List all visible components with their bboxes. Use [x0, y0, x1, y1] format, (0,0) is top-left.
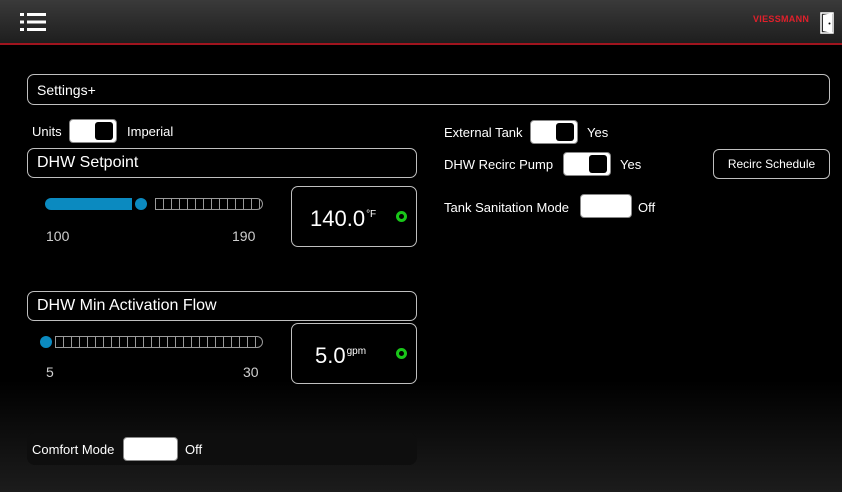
dhw-min-flow-slider[interactable]: [40, 335, 263, 349]
tank-sanitation-label: Tank Sanitation Mode: [444, 200, 570, 215]
status-indicator-icon: [396, 348, 407, 359]
recirc-schedule-button[interactable]: Recirc Schedule: [713, 149, 830, 179]
comfort-mode-label: Comfort Mode: [32, 442, 115, 457]
slider-thumb[interactable]: [40, 336, 52, 348]
page-title: Settings+: [37, 82, 96, 98]
dhw-min-flow-min: 5: [46, 364, 54, 380]
slider-track: [155, 198, 263, 210]
dhw-min-flow-header: DHW Min Activation Flow: [27, 291, 417, 321]
dhw-setpoint-header: DHW Setpoint: [27, 148, 417, 178]
slider-thumb[interactable]: [135, 198, 147, 210]
top-bar: VIESSMANN: [0, 0, 842, 45]
dhw-setpoint-min: 100: [46, 228, 70, 244]
dhw-setpoint-value: 140.0°F: [310, 206, 376, 232]
tank-sanitation-value: Off: [638, 200, 656, 215]
units-label: Units: [32, 124, 62, 139]
dhw-recirc-pump-toggle[interactable]: [563, 152, 611, 176]
logo-text: VIESSMANN: [753, 14, 810, 24]
viessmann-logo: VIESSMANN: [753, 14, 813, 28]
dhw-setpoint-number: 140.0: [310, 206, 366, 231]
dhw-setpoint-slider[interactable]: [45, 197, 263, 211]
dhw-recirc-pump-label: DHW Recirc Pump: [444, 157, 554, 172]
comfort-mode-toggle[interactable]: [123, 437, 178, 461]
slider-fill: [45, 198, 132, 210]
dhw-min-flow-number: 5.0: [315, 343, 346, 368]
settings-title-bar: Settings+: [27, 74, 830, 105]
dhw-min-flow-unit: gpm: [346, 346, 367, 357]
exit-door-icon[interactable]: [820, 12, 836, 34]
dhw-min-flow-value: 5.0gpm: [315, 343, 366, 369]
external-tank-toggle[interactable]: [530, 120, 578, 144]
dhw-min-flow-title: DHW Min Activation Flow: [37, 297, 217, 314]
dhw-min-flow-max: 30: [243, 364, 259, 380]
units-toggle[interactable]: [69, 119, 117, 143]
toggle-knob: [589, 155, 607, 173]
tank-sanitation-toggle[interactable]: [580, 194, 632, 218]
units-value: Imperial: [127, 124, 174, 139]
dhw-recirc-pump-value: Yes: [620, 157, 642, 172]
toggle-knob: [556, 123, 574, 141]
hamburger-list-icon[interactable]: [20, 12, 46, 32]
dhw-setpoint-max: 190: [232, 228, 256, 244]
comfort-mode-value: Off: [185, 442, 203, 457]
dhw-setpoint-title: DHW Setpoint: [37, 154, 139, 171]
slider-track: [55, 336, 263, 348]
external-tank-value: Yes: [587, 125, 609, 140]
dhw-setpoint-unit: °F: [366, 209, 377, 220]
toggle-knob: [95, 122, 113, 140]
dhw-setpoint-value-box[interactable]: 140.0°F: [291, 186, 417, 247]
external-tank-label: External Tank: [444, 125, 523, 140]
status-indicator-icon: [396, 211, 407, 222]
dhw-min-flow-value-box[interactable]: 5.0gpm: [291, 323, 417, 384]
